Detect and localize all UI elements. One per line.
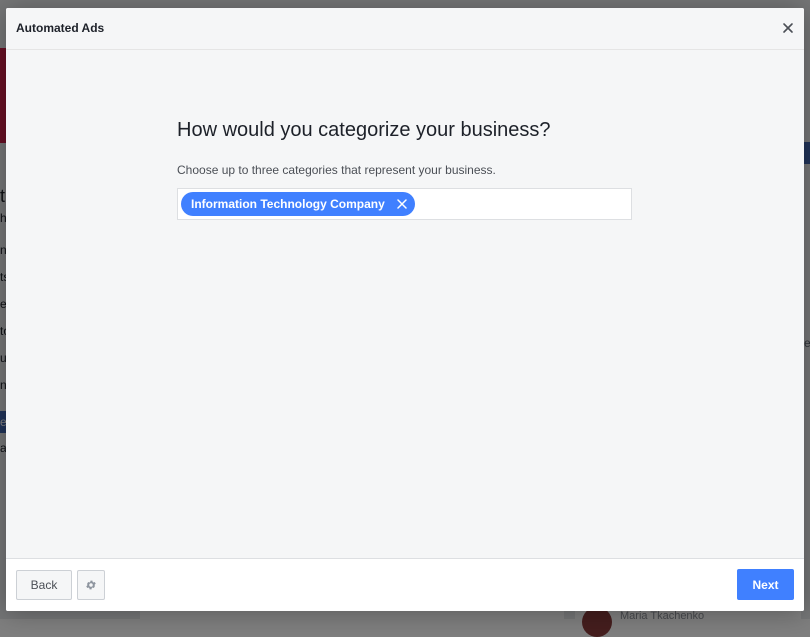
close-icon (397, 199, 407, 209)
category-token: Information Technology Company (181, 192, 415, 216)
remove-category-button[interactable] (397, 199, 407, 209)
category-input[interactable]: Information Technology Company (177, 188, 632, 220)
background-card (140, 611, 564, 619)
helper-text: Choose up to three categories that repre… (177, 163, 496, 177)
dialog-footer: Back Next (6, 558, 804, 611)
dialog-title: Automated Ads (16, 21, 105, 35)
dialog-header: Automated Ads (6, 8, 804, 50)
automated-ads-dialog: Automated Ads How would you categorize y… (6, 8, 804, 611)
background-user-name: Maria Tkachenko (620, 610, 705, 622)
category-token-label: Information Technology Company (191, 197, 385, 211)
dialog-body: How would you categorize your business? … (177, 116, 637, 220)
settings-button[interactable] (77, 570, 105, 600)
background-text-fragment: e (804, 336, 810, 350)
page-title: How would you categorize your business? (177, 119, 551, 141)
avatar (582, 607, 612, 637)
close-icon (783, 23, 793, 33)
close-button[interactable] (780, 20, 796, 36)
back-button[interactable]: Back (16, 570, 72, 600)
background-top-bar (0, 0, 810, 8)
gear-icon (86, 580, 96, 590)
next-button[interactable]: Next (737, 569, 794, 600)
